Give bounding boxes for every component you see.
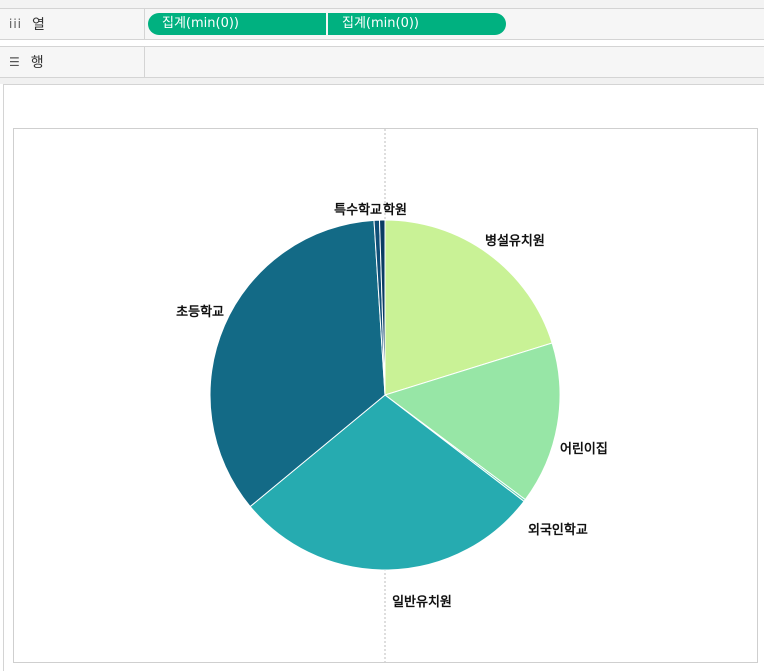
slice-label-5: 특수학교 bbox=[334, 202, 382, 218]
slice-label-0: 병설유치원 bbox=[485, 233, 545, 249]
slice-label-2: 외국인학교 bbox=[528, 522, 588, 538]
slice-label-4: 초등학교 bbox=[176, 304, 224, 320]
pie-chart[interactable]: 병설유치원어린이집외국인학교일반유치원 초등학교 특수학교 학원 bbox=[0, 0, 764, 670]
slice-label-6: 학원 bbox=[383, 202, 407, 218]
slice-label-1: 어린이집 bbox=[560, 441, 608, 457]
slice-label-3: 일반유치원 bbox=[392, 594, 452, 610]
